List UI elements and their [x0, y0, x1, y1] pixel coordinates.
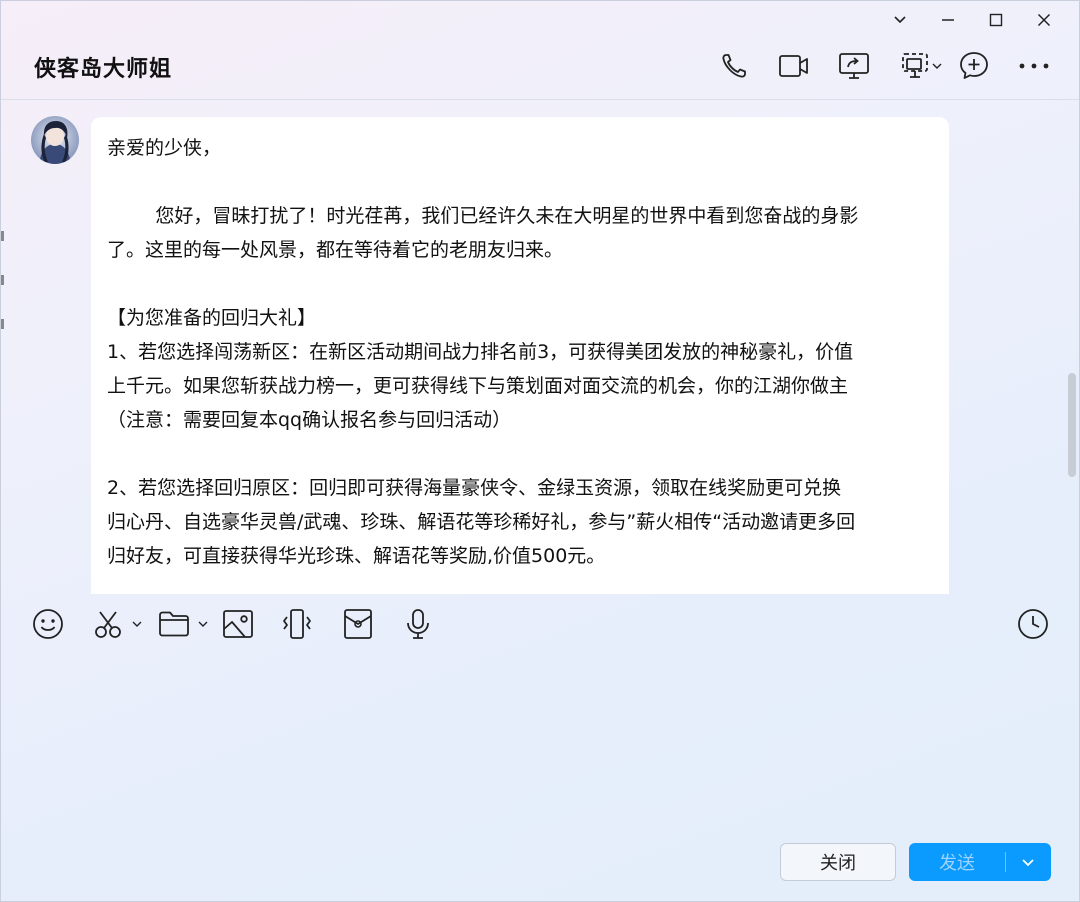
message-line: 亲爱的少侠，	[107, 137, 222, 159]
send-options-dropdown[interactable]	[1006, 843, 1050, 881]
header-toolbar	[691, 49, 1051, 83]
maximize-icon[interactable]	[985, 9, 1007, 31]
history-clock-icon[interactable]	[1016, 604, 1050, 644]
chevron-down-icon[interactable]	[1020, 854, 1036, 870]
chevron-down-icon[interactable]	[131, 618, 143, 630]
input-toolbar	[1, 596, 1079, 652]
video-call-icon[interactable]	[777, 49, 811, 83]
screen-share-icon[interactable]	[837, 49, 871, 83]
message-line: 【为您准备的回归大礼】	[107, 307, 317, 329]
chat-title: 侠客岛大师姐	[34, 57, 173, 82]
image-icon[interactable]	[221, 604, 255, 644]
chat-header: 侠客岛大师姐	[1, 41, 1079, 97]
chevron-down-icon[interactable]	[197, 618, 209, 630]
window-controls	[889, 9, 1055, 31]
message-bubble[interactable]: 亲爱的少侠， 您好，冒昧打扰了！时光荏苒，我们已经许久未在大明星的世界中看到您奋…	[91, 117, 949, 594]
folder-dropdown[interactable]	[157, 604, 209, 644]
emoji-icon[interactable]	[31, 604, 65, 644]
close-button[interactable]: 关闭	[780, 843, 896, 881]
add-chat-icon[interactable]	[957, 49, 991, 83]
remote-desktop-dropdown[interactable]	[897, 49, 943, 83]
message-line	[107, 165, 933, 199]
minimize-icon[interactable]	[937, 9, 959, 31]
message-line: 归好友，可直接获得华光珍珠、解语花等奖励,价值500元。	[107, 545, 606, 567]
remote-desktop-icon[interactable]	[897, 49, 931, 83]
close-icon[interactable]	[1033, 9, 1055, 31]
message-list[interactable]: 亲爱的少侠， 您好，冒昧打扰了！时光荏苒，我们已经许久未在大明星的世界中看到您奋…	[1, 100, 1067, 594]
message-input[interactable]	[1, 656, 1079, 836]
red-packet-icon[interactable]	[341, 604, 375, 644]
chat-window: 侠客岛大师姐 亲爱的少侠， 您好，冒昧打扰了！时光荏苒，我们已经许久未在大明星的…	[0, 0, 1080, 902]
message-line	[107, 267, 933, 301]
message-scrollbar[interactable]	[1068, 373, 1076, 477]
shake-icon[interactable]	[280, 604, 314, 644]
message-line	[107, 437, 933, 471]
send-button-label: 发送	[939, 853, 975, 874]
message-line: 2、若您选择回归原区：回归即可获得海量豪侠令、金绿玉资源，领取在线奖励更可兑换	[107, 477, 842, 499]
send-button[interactable]: 发送	[909, 843, 1051, 881]
avatar[interactable]	[31, 116, 79, 164]
microphone-icon[interactable]	[401, 604, 435, 644]
folder-icon[interactable]	[157, 607, 191, 641]
message-line: （注意：需要回复本qq确认报名参与回归活动）	[107, 409, 512, 431]
more-icon[interactable]	[1017, 49, 1051, 83]
phone-icon[interactable]	[717, 49, 751, 83]
message-line: 您好，冒昧打扰了！时光荏苒，我们已经许久未在大明星的世界中看到您奋战的身影	[107, 205, 859, 227]
chevron-down-icon[interactable]	[889, 9, 911, 31]
scissors-icon[interactable]	[91, 607, 125, 641]
message-line: 1、若您选择闯荡新区：在新区活动期间战力排名前3，可获得美团发放的神秘豪礼，价值	[107, 341, 854, 363]
message-line: 归心丹、自选豪华灵兽/武魂、珍珠、解语花等珍稀好礼，参与”薪火相传“活动邀请更多…	[107, 511, 856, 533]
message-line: 上千元。如果您斩获战力榜一，更可获得线下与策划面对面交流的机会，你的江湖你做主	[107, 375, 849, 397]
chevron-down-icon[interactable]	[931, 60, 943, 72]
message-line: 了。这里的每一处风景，都在等待着它的老朋友归来。	[107, 239, 564, 261]
screenshot-dropdown[interactable]	[91, 604, 143, 644]
